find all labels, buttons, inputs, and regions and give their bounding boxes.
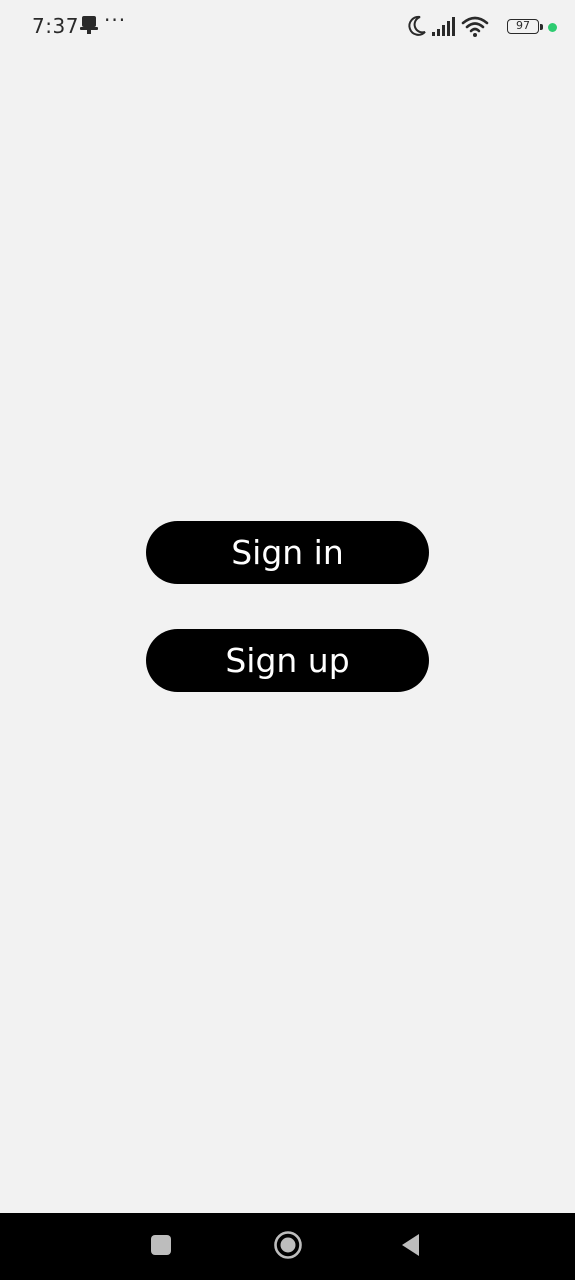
wifi-icon (461, 14, 489, 42)
home-button[interactable] (270, 1229, 306, 1265)
battery-level: 97 (516, 19, 530, 32)
battery-icon: 97 (507, 19, 539, 34)
sign-up-button[interactable]: Sign up (146, 629, 429, 692)
privacy-indicator-dot (548, 23, 557, 32)
battery-tip (540, 24, 543, 30)
moon-icon (407, 14, 427, 42)
status-time: 7:37 (32, 14, 79, 38)
sign-in-button[interactable]: Sign in (146, 521, 429, 584)
recent-apps-icon (150, 1234, 172, 1260)
back-button[interactable] (393, 1229, 429, 1265)
notification-icon (80, 14, 98, 40)
home-icon (273, 1230, 303, 1264)
status-bar: 7:37 ··· 97 (0, 0, 575, 54)
navigation-bar (0, 1213, 575, 1280)
recent-apps-button[interactable] (143, 1229, 179, 1265)
more-notifications-icon: ··· (104, 8, 127, 32)
back-icon (400, 1233, 422, 1261)
signal-icon (431, 14, 457, 42)
